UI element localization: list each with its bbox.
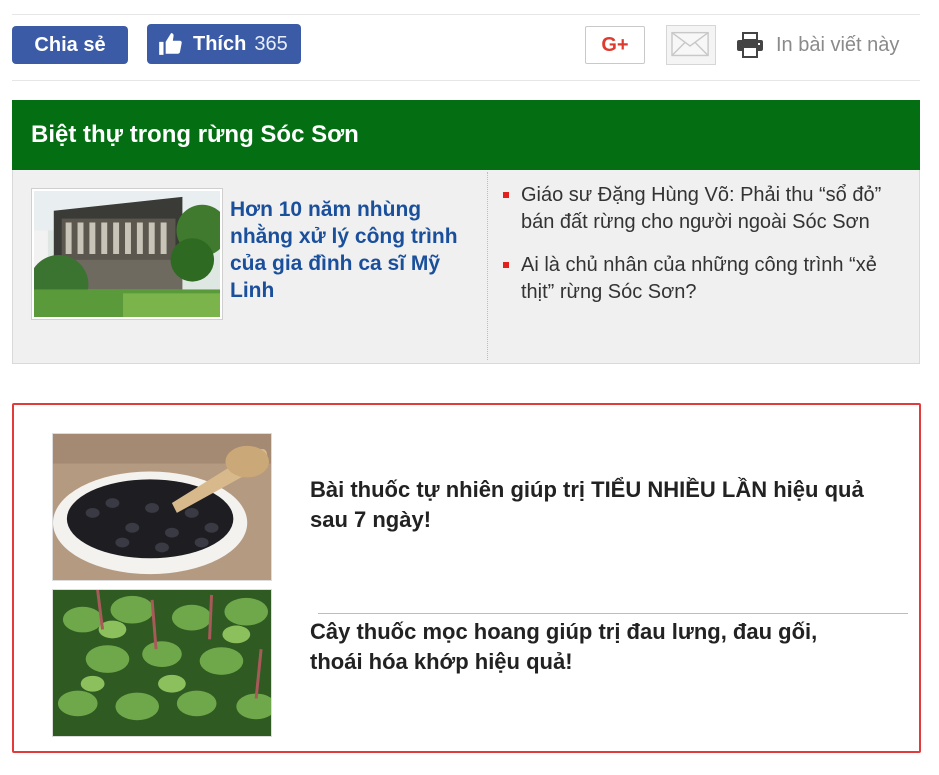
featured-article-image[interactable] <box>31 188 223 320</box>
print-article-link[interactable]: In bài viết này <box>736 30 899 60</box>
related-body: Hơn 10 năm nhùng nhằng xử lý công trình … <box>13 170 919 363</box>
facebook-like-button[interactable]: Thích 365 <box>147 24 301 64</box>
share-button-label: Chia sẻ <box>34 33 106 56</box>
herb-plant-image[interactable] <box>52 589 272 737</box>
print-label: In bài viết này <box>776 33 900 56</box>
related-header: Biệt thự trong rừng Sóc Sơn <box>12 100 920 170</box>
featured-article-title[interactable]: Hơn 10 năm nhùng nhằng xử lý công trình … <box>230 196 488 304</box>
share-button[interactable]: Chia sẻ <box>12 26 128 64</box>
email-share-button[interactable] <box>666 25 716 65</box>
related-link-text[interactable]: Ai là chủ nhân của những công trình “xẻ … <box>521 254 877 303</box>
related-articles-box: Biệt thự trong rừng Sóc Sơn Hơn 10 năm n… <box>12 100 920 364</box>
sponsored-title[interactable]: Cây thuốc mọc hoang giúp trị đau lưng, đ… <box>310 617 870 677</box>
related-link-item[interactable]: Giáo sư Đặng Hùng Võ: Phải thu “sổ đỏ” b… <box>503 182 913 236</box>
bullet-icon <box>503 262 509 268</box>
share-toolbar: Chia sẻ Thích 365 G+ In bài viết này <box>12 24 920 66</box>
google-plus-button[interactable]: G+ <box>585 26 645 64</box>
sponsored-item[interactable]: Bài thuốc tự nhiên giúp trị TIỂU NHIỀU L… <box>52 433 908 614</box>
sponsored-title[interactable]: Bài thuốc tự nhiên giúp trị TIỂU NHIỀU L… <box>310 475 870 535</box>
like-count: 365 <box>254 32 288 55</box>
sponsored-item[interactable]: Cây thuốc mọc hoang giúp trị đau lưng, đ… <box>52 589 872 737</box>
mail-icon <box>671 31 709 57</box>
related-links-list: Giáo sư Đặng Hùng Võ: Phải thu “sổ đỏ” b… <box>503 182 913 322</box>
thumbs-up-icon <box>157 31 183 57</box>
bullet-icon <box>503 192 509 198</box>
like-label: Thích <box>193 32 247 55</box>
black-beans-image[interactable] <box>52 433 272 581</box>
google-plus-label: G+ <box>601 33 629 56</box>
printer-icon <box>736 32 764 58</box>
toolbar-divider <box>12 80 920 81</box>
related-link-item[interactable]: Ai là chủ nhân của những công trình “xẻ … <box>503 252 913 306</box>
related-divider <box>487 172 488 360</box>
top-divider <box>12 14 920 15</box>
sponsored-content-box: Bài thuốc tự nhiên giúp trị TIỂU NHIỀU L… <box>12 403 921 753</box>
related-link-text[interactable]: Giáo sư Đặng Hùng Võ: Phải thu “sổ đỏ” b… <box>521 184 881 233</box>
